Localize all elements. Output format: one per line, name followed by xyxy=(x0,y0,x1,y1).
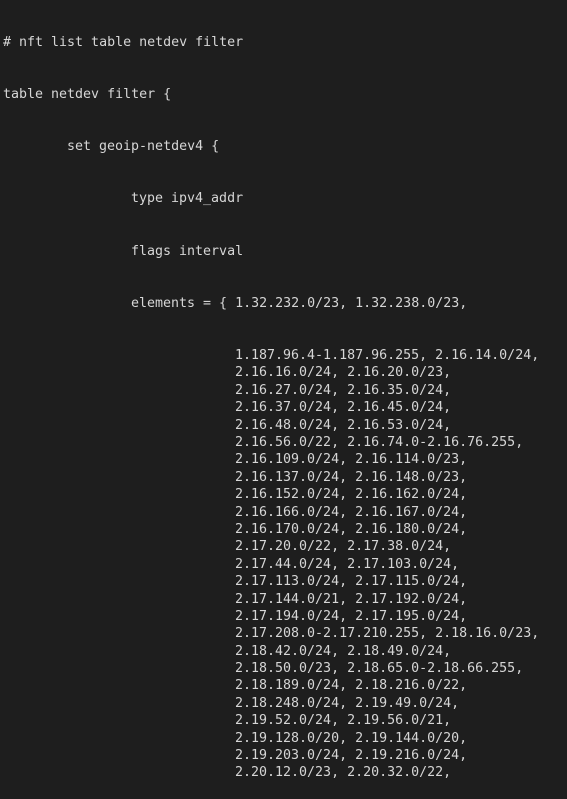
element-list-line: 2.19.128.0/20, 2.19.144.0/20, xyxy=(235,730,468,746)
element-list-line: 2.16.48.0/24, 2.16.53.0/24, xyxy=(235,417,452,433)
element-list-line: 2.16.170.0/24, 2.16.180.0/24, xyxy=(235,521,468,537)
element-list-line: 2.16.166.0/24, 2.16.167.0/24, xyxy=(235,504,468,520)
element-list-line: 2.16.109.0/24, 2.16.114.0/23, xyxy=(235,452,468,468)
elements-list: 1.187.96.4-1.187.96.255, 2.16.14.0/24, 2.… xyxy=(3,347,567,782)
element-list-line: 1.187.96.4-1.187.96.255, 2.16.14.0/24, xyxy=(235,348,540,364)
table-header-line: table netdev filter { xyxy=(3,87,172,103)
element-list-line: 2.16.16.0/24, 2.16.20.0/23, xyxy=(235,365,452,381)
element-list-line: 2.18.42.0/24, 2.18.49.0/24, xyxy=(235,643,452,659)
command-line: # nft list table netdev filter xyxy=(3,34,244,50)
element-list-line: 2.17.44.0/24, 2.17.103.0/24, xyxy=(235,556,460,572)
element-list-line: 2.17.144.0/21, 2.17.192.0/24, xyxy=(235,591,468,607)
element-list-line: 2.16.137.0/24, 2.16.148.0/23, xyxy=(235,469,468,485)
element-list-line: 2.17.113.0/24, 2.17.115.0/24, xyxy=(235,574,468,590)
element-list-line: 2.18.50.0/23, 2.18.65.0-2.18.66.255, xyxy=(235,661,524,677)
element-list-line: 2.18.248.0/24, 2.19.49.0/24, xyxy=(235,695,460,711)
element-list-line: 2.18.189.0/24, 2.18.216.0/22, xyxy=(235,678,468,694)
element-list-line: 2.17.208.0-2.17.210.255, 2.18.16.0/23, xyxy=(235,626,540,642)
element-list-line: 2.16.37.0/24, 2.16.45.0/24, xyxy=(235,400,452,416)
element-list-line: 2.17.194.0/24, 2.17.195.0/24, xyxy=(235,608,468,624)
element-list-line: 2.16.56.0/22, 2.16.74.0-2.16.76.255, xyxy=(235,434,524,450)
set-header-line: set geoip-netdev4 { xyxy=(67,139,220,155)
element-list-line: 2.16.27.0/24, 2.16.35.0/24, xyxy=(235,382,452,398)
element-list-line: 2.17.20.0/22, 2.17.38.0/24, xyxy=(235,539,452,555)
element-list-line: 2.19.52.0/24, 2.19.56.0/21, xyxy=(235,713,452,729)
element-list-line: 2.20.12.0/23, 2.20.32.0/22, xyxy=(235,765,452,781)
set-elements-line: elements = { 1.32.232.0/23, 1.32.238.0/2… xyxy=(131,295,468,311)
set-flags-line: flags interval xyxy=(131,243,244,259)
element-list-line: 2.16.152.0/24, 2.16.162.0/24, xyxy=(235,487,468,503)
terminal-output[interactable]: # nft list table netdev filter table net… xyxy=(0,0,567,780)
element-list-line: 2.19.203.0/24, 2.19.216.0/24, xyxy=(235,748,468,764)
set-type-line: type ipv4_addr xyxy=(131,191,244,207)
